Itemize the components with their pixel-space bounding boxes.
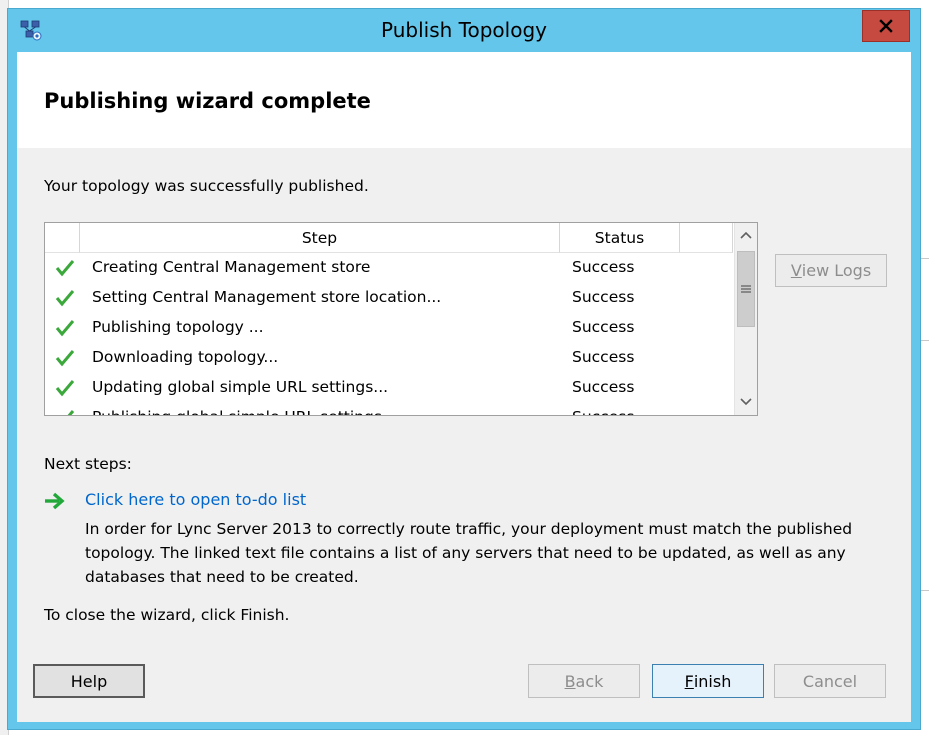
close-hint: To close the wizard, click Finish. (44, 606, 290, 624)
column-header-step[interactable]: Step (80, 223, 560, 253)
step-name: Updating global simple URL settings... (92, 378, 389, 396)
cancel-button[interactable]: Cancel (774, 664, 886, 698)
chevron-down-icon (740, 398, 752, 406)
grip-icon (741, 285, 751, 293)
back-button[interactable]: Back (528, 664, 640, 698)
wizard-header: Publishing wizard complete (17, 52, 911, 148)
list-item[interactable]: Publishing topology ... Success (45, 313, 733, 343)
list-item[interactable]: Setting Central Management store locatio… (45, 283, 733, 313)
success-message: Your topology was successfully published… (44, 177, 369, 195)
checkmark-icon (67, 410, 75, 415)
column-header-status[interactable]: Status (560, 223, 680, 253)
checkmark-icon (55, 380, 75, 397)
column-header-icon[interactable] (45, 223, 80, 253)
next-steps-label: Next steps: (44, 455, 132, 473)
window-title: Publish Topology (381, 18, 547, 42)
scroll-thumb[interactable] (737, 251, 755, 327)
list-item[interactable]: Updating global simple URL settings... S… (45, 373, 733, 403)
view-logs-button[interactable]: View Logs (775, 254, 887, 287)
list-item[interactable]: Creating Central Management store Succes… (45, 253, 733, 283)
step-name: Creating Central Management store (92, 258, 371, 276)
checkmark-icon (55, 290, 75, 307)
scroll-down-button[interactable] (735, 390, 757, 414)
list-item[interactable]: Publishing global simple URL settings...… (45, 403, 733, 415)
next-steps-description: In order for Lync Server 2013 to correct… (85, 520, 853, 586)
scroll-up-button[interactable] (735, 223, 757, 247)
step-name: Publishing global simple URL settings... (92, 408, 397, 415)
vertical-scrollbar[interactable] (734, 223, 757, 415)
step-name: Setting Central Management store locatio… (92, 288, 442, 306)
title-bar[interactable]: Publish Topology (8, 9, 920, 53)
finish-button[interactable]: Finish (652, 664, 764, 698)
step-status: Success (572, 288, 635, 306)
step-status: Success (572, 258, 635, 276)
step-status: Success (572, 408, 634, 415)
page-title: Publishing wizard complete (44, 89, 371, 113)
checkmark-icon (55, 320, 75, 337)
arrow-right-icon (45, 492, 65, 510)
close-icon (879, 19, 893, 33)
chevron-up-icon (740, 231, 752, 239)
list-header: Step Status (45, 223, 733, 253)
list-item[interactable]: Downloading topology... Success (45, 343, 733, 373)
help-button[interactable]: Help (33, 664, 145, 698)
steps-list[interactable]: Step Status Creating Central Management … (44, 222, 758, 416)
step-status: Success (572, 348, 635, 366)
todo-list-link[interactable]: Click here to open to-do list (85, 490, 306, 509)
step-status: Success (572, 378, 635, 396)
step-status: Success (572, 318, 635, 336)
checkmark-icon (55, 260, 75, 277)
step-name: Publishing topology ... (92, 318, 264, 336)
step-name: Downloading topology... (92, 348, 279, 366)
column-header-empty[interactable] (680, 223, 733, 253)
checkmark-icon (55, 350, 75, 367)
dialog-client-area: Publishing wizard complete Your topology… (17, 52, 911, 722)
publish-topology-dialog: Publish Topology Publishing wizard compl… (7, 8, 921, 730)
close-button[interactable] (862, 10, 910, 42)
